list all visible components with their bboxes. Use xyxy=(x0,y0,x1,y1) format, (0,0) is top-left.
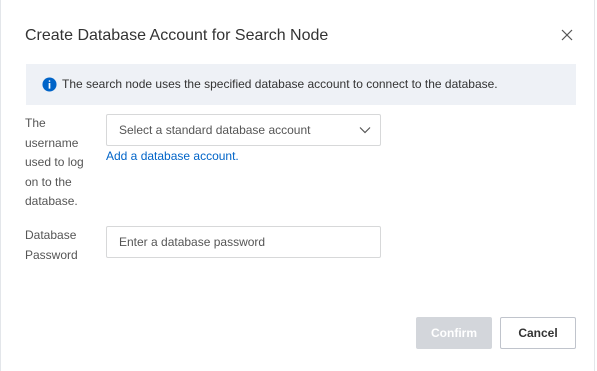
close-button[interactable] xyxy=(559,27,575,43)
notice-text: The search node uses the specified datab… xyxy=(62,77,498,91)
dialog-title: Create Database Account for Search Node xyxy=(25,27,329,44)
create-account-dialog: Create Database Account for Search Node … xyxy=(0,0,595,371)
info-icon xyxy=(42,77,57,92)
database-account-select[interactable]: Select a standard database account xyxy=(106,114,381,146)
close-icon xyxy=(561,29,573,41)
username-label: The username used to log on to the datab… xyxy=(25,116,84,208)
add-database-account-link[interactable]: Add a database account. xyxy=(106,149,239,163)
cancel-button[interactable]: Cancel xyxy=(500,317,576,349)
select-placeholder: Select a standard database account xyxy=(119,123,311,137)
password-label: Database Password xyxy=(25,228,78,262)
confirm-button[interactable]: Confirm xyxy=(416,317,492,349)
password-input[interactable] xyxy=(106,226,381,258)
info-notice: The search node uses the specified datab… xyxy=(26,64,576,105)
chevron-down-icon xyxy=(359,127,371,134)
